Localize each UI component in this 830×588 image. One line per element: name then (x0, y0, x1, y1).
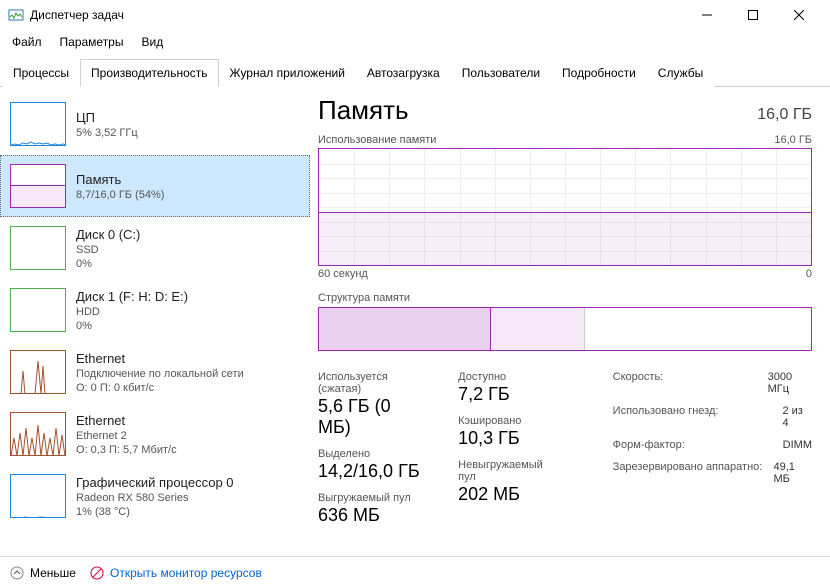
sidebar-disk1-sub: HDD (76, 306, 188, 318)
nonpaged-label: Невыгружаемый пул (458, 459, 553, 483)
sidebar-disk0-sub: SSD (76, 244, 140, 256)
usage-chart-max: 16,0 ГБ (774, 134, 812, 146)
spec-slots-label: Использовано гнезд: (613, 405, 773, 429)
maximize-button[interactable] (730, 0, 776, 30)
sidebar-item-cpu[interactable]: ЦП 5% 3,52 ГГц (0, 93, 310, 155)
eth2-sparkline-icon (10, 412, 66, 456)
chart-x-right: 0 (806, 268, 812, 280)
fewer-details-label: Меньше (30, 566, 76, 580)
paged-label: Выгружаемый пул (318, 492, 422, 504)
sidebar-eth1-sub2: О: 0 П: 0 кбит/с (76, 382, 244, 394)
available-label: Доступно (458, 371, 553, 383)
title-bar: Диспетчер задач (0, 0, 830, 30)
tab-bar: Процессы Производительность Журнал прило… (0, 58, 830, 87)
cached-value: 10,3 ГБ (458, 428, 553, 449)
paged-value: 636 МБ (318, 505, 422, 526)
memory-capacity: 16,0 ГБ (757, 106, 812, 124)
spec-speed-label: Скорость: (613, 371, 758, 395)
composition-modified (491, 308, 584, 350)
sidebar-gpu-sub: Radeon RX 580 Series (76, 492, 234, 504)
sidebar-gpu-label: Графический процессор 0 (76, 475, 234, 490)
memory-composition-chart (318, 307, 812, 351)
spec-slots-value: 2 из 4 (782, 405, 812, 429)
app-icon (8, 7, 24, 23)
composition-used (319, 308, 491, 350)
composition-standby (585, 308, 811, 350)
memory-usage-chart (318, 148, 812, 266)
committed-label: Выделено (318, 448, 422, 460)
menu-options[interactable]: Параметры (52, 32, 132, 52)
menu-view[interactable]: Вид (133, 32, 171, 52)
minimize-button[interactable] (684, 0, 730, 30)
menu-bar: Файл Параметры Вид (0, 30, 830, 54)
sidebar-memory-label: Память (76, 172, 164, 187)
tab-performance[interactable]: Производительность (80, 59, 218, 87)
spec-form-label: Форм-фактор: (613, 439, 773, 451)
tab-startup[interactable]: Автозагрузка (356, 59, 451, 87)
sidebar-item-disk0[interactable]: Диск 0 (C:) SSD 0% (0, 217, 310, 279)
tab-processes[interactable]: Процессы (2, 59, 80, 87)
chevron-up-icon (10, 566, 24, 580)
sidebar-eth1-sub: Подключение по локальной сети (76, 368, 244, 380)
sidebar-disk0-label: Диск 0 (C:) (76, 227, 140, 242)
usage-chart-label: Использование памяти (318, 134, 436, 146)
spec-speed-value: 3000 МГц (768, 371, 812, 395)
window-title: Диспетчер задач (30, 8, 684, 22)
page-title: Память (318, 95, 409, 126)
cpu-sparkline-icon (10, 102, 66, 146)
spec-reserved-label: Зарезервировано аппаратно: (613, 461, 764, 485)
window-controls (684, 0, 822, 30)
open-resource-monitor-label: Открыть монитор ресурсов (110, 566, 262, 580)
sidebar-eth1-label: Ethernet (76, 351, 244, 366)
tab-services[interactable]: Службы (647, 59, 714, 87)
sidebar-item-disk1[interactable]: Диск 1 (F: H: D: E:) HDD 0% (0, 279, 310, 341)
sidebar-eth2-sub2: О: 0,3 П: 5,7 Мбит/с (76, 444, 177, 456)
chart-x-left: 60 секунд (318, 268, 368, 280)
sidebar-item-ethernet2[interactable]: Ethernet Ethernet 2 О: 0,3 П: 5,7 Мбит/с (0, 403, 310, 465)
menu-file[interactable]: Файл (4, 32, 50, 52)
close-button[interactable] (776, 0, 822, 30)
sidebar-item-gpu[interactable]: Графический процессор 0 Radeon RX 580 Se… (0, 465, 310, 527)
cached-label: Кэшировано (458, 415, 553, 427)
tab-app-history[interactable]: Журнал приложений (219, 59, 356, 87)
nonpaged-value: 202 МБ (458, 484, 553, 505)
sidebar-cpu-label: ЦП (76, 110, 138, 125)
sidebar-gpu-sub2: 1% (38 °C) (76, 506, 234, 518)
sidebar-disk0-sub2: 0% (76, 258, 140, 270)
eth1-sparkline-icon (10, 350, 66, 394)
sidebar-disk1-sub2: 0% (76, 320, 188, 332)
sidebar-memory-sub: 8,7/16,0 ГБ (54%) (76, 189, 164, 201)
sidebar-item-ethernet1[interactable]: Ethernet Подключение по локальной сети О… (0, 341, 310, 403)
memory-panel: Память 16,0 ГБ Использование памяти 16,0… (310, 87, 830, 556)
memory-icon (10, 164, 66, 208)
inuse-label: Используется (сжатая) (318, 371, 422, 395)
available-value: 7,2 ГБ (458, 384, 553, 405)
sidebar-item-memory[interactable]: Память 8,7/16,0 ГБ (54%) (0, 155, 310, 217)
fewer-details-button[interactable]: Меньше (10, 566, 76, 580)
open-resource-monitor-link[interactable]: Открыть монитор ресурсов (90, 566, 262, 580)
spec-form-value: DIMM (783, 439, 812, 451)
footer-bar: Меньше Открыть монитор ресурсов (0, 556, 830, 588)
tab-users[interactable]: Пользователи (451, 59, 551, 87)
committed-value: 14,2/16,0 ГБ (318, 461, 422, 482)
spec-reserved-value: 49,1 МБ (773, 461, 812, 485)
disk1-sparkline-icon (10, 288, 66, 332)
inuse-value: 5,6 ГБ (0 МБ) (318, 396, 422, 438)
sidebar-eth2-sub: Ethernet 2 (76, 430, 177, 442)
gpu-sparkline-icon (10, 474, 66, 518)
disk0-sparkline-icon (10, 226, 66, 270)
resource-sidebar: ЦП 5% 3,52 ГГц Память 8,7/16,0 ГБ (54%) … (0, 87, 310, 556)
sidebar-eth2-label: Ethernet (76, 413, 177, 428)
composition-label: Структура памяти (318, 292, 812, 304)
tab-details[interactable]: Подробности (551, 59, 647, 87)
monitor-icon (90, 566, 104, 580)
sidebar-cpu-sub: 5% 3,52 ГГц (76, 127, 138, 139)
sidebar-disk1-label: Диск 1 (F: H: D: E:) (76, 289, 188, 304)
